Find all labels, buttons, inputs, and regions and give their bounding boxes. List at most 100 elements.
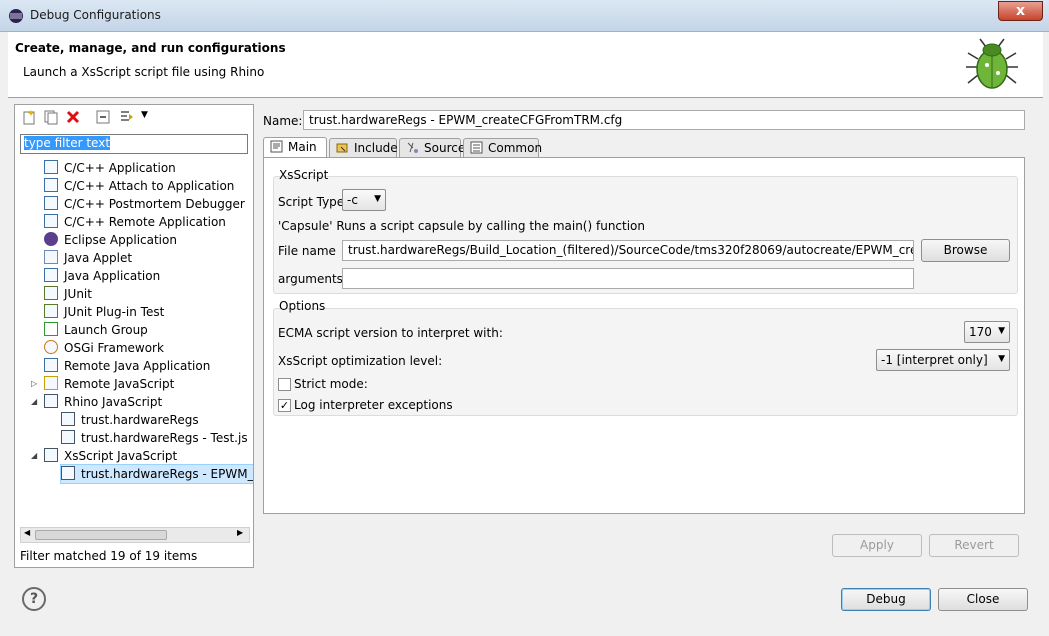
- tree-item-label: trust.hardwareRegs: [81, 413, 199, 427]
- xsscript-group-title: XsScript: [279, 168, 329, 182]
- tree-item-label: trust.hardwareRegs - Test.js: [81, 431, 248, 445]
- configuration-tree: C/C++ Application C/C++ Attach to Applica…: [15, 159, 253, 527]
- filter-input[interactable]: type filter text: [20, 134, 248, 154]
- revert-button[interactable]: Revert: [929, 534, 1019, 557]
- tab-main[interactable]: Main: [263, 137, 327, 159]
- collapse-all-icon[interactable]: [95, 109, 111, 125]
- tree-item[interactable]: Eclipse Application: [44, 231, 177, 249]
- junit-plugin-icon: [44, 304, 58, 318]
- help-icon[interactable]: ?: [22, 587, 46, 611]
- tree-item[interactable]: trust.hardwareRegs - EPWM_createCFGFromT…: [60, 464, 253, 484]
- options-group-title: Options: [279, 299, 326, 313]
- delete-icon[interactable]: [65, 109, 81, 125]
- tree-item[interactable]: trust.hardwareRegs: [61, 411, 199, 429]
- scroll-right-icon[interactable]: ▶: [237, 528, 243, 537]
- tree-item[interactable]: JUnit Plug-in Test: [44, 303, 164, 321]
- tab-common[interactable]: Common: [463, 138, 542, 158]
- scroll-left-icon[interactable]: ◀: [24, 528, 30, 537]
- rhino-icon: [44, 448, 58, 462]
- eclipse-icon: [44, 232, 58, 246]
- tree-item[interactable]: Rhino JavaScript: [44, 393, 162, 411]
- rhino-icon: [61, 430, 75, 444]
- tree-item-label: Java Applet: [64, 251, 133, 265]
- expanded-arrow-icon[interactable]: ◢: [31, 393, 41, 411]
- checkmark-icon: ✓: [279, 399, 290, 412]
- c-app-icon: [44, 214, 58, 228]
- tree-item[interactable]: C/C++ Application: [44, 159, 176, 177]
- apply-button[interactable]: Apply: [832, 534, 922, 557]
- java-app-icon: [44, 268, 58, 282]
- rhino-icon: [61, 412, 75, 426]
- tree-item-label: trust.hardwareRegs - EPWM_createCFGFromT…: [81, 467, 253, 481]
- main-tab-icon: [270, 140, 283, 153]
- name-input[interactable]: trust.hardwareRegs - EPWM_createCFGFromT…: [303, 110, 1025, 130]
- ecma-version-select[interactable]: 170 ▼: [964, 321, 1010, 343]
- chevron-down-icon: ▼: [998, 326, 1005, 336]
- log-exceptions-label: Log interpreter exceptions: [294, 398, 453, 412]
- strict-mode-checkbox[interactable]: [278, 378, 291, 391]
- horizontal-scrollbar[interactable]: ◀ ▶: [20, 527, 250, 543]
- script-type-label: Script Type: [278, 195, 345, 209]
- close-button[interactable]: Close: [938, 588, 1028, 611]
- main-tab-panel: XsScript Script Type -c ▼ 'Capsule' Runs …: [263, 157, 1025, 514]
- dialog-header: Create, manage, and run configurations L…: [8, 32, 1043, 98]
- browse-button[interactable]: Browse: [921, 239, 1010, 262]
- chevron-down-icon: ▼: [998, 354, 1005, 364]
- arguments-input[interactable]: [342, 268, 914, 289]
- tree-item[interactable]: XsScript JavaScript: [44, 447, 177, 465]
- rhino-icon: [61, 466, 75, 480]
- tree-item[interactable]: Java Application: [44, 267, 160, 285]
- tree-item[interactable]: C/C++ Attach to Application: [44, 177, 234, 195]
- name-label: Name:: [263, 114, 303, 128]
- eclipse-icon: [9, 9, 23, 23]
- filter-status: Filter matched 19 of 19 items: [20, 549, 198, 563]
- tree-item[interactable]: Remote Java Application: [44, 357, 210, 375]
- junit-icon: [44, 286, 58, 300]
- remote-js-icon: [44, 376, 58, 390]
- tab-source[interactable]: Source: [399, 138, 465, 158]
- tree-item[interactable]: C/C++ Remote Application: [44, 213, 226, 231]
- tree-item[interactable]: Remote JavaScript: [44, 375, 174, 393]
- header-title: Create, manage, and run configurations: [15, 41, 286, 55]
- tree-item-label: C/C++ Attach to Application: [64, 179, 235, 193]
- tree-item-label: C/C++ Postmortem Debugger: [64, 197, 245, 211]
- filter-dropdown-icon[interactable]: ▼: [141, 110, 148, 120]
- new-configuration-icon[interactable]: [21, 109, 37, 125]
- common-tab-icon: [470, 141, 483, 154]
- title-bar: Debug Configurations x: [0, 0, 1049, 32]
- filter-icon[interactable]: [119, 109, 135, 125]
- tree-item[interactable]: Launch Group: [44, 321, 148, 339]
- tree-item[interactable]: trust.hardwareRegs - Test.js: [61, 429, 248, 447]
- script-type-select[interactable]: -c ▼: [342, 189, 386, 211]
- tab-include[interactable]: Include: [329, 138, 398, 158]
- debug-bug-icon: [966, 38, 1018, 89]
- debug-button[interactable]: Debug: [841, 588, 931, 611]
- tree-item-label: XsScript JavaScript: [64, 449, 178, 463]
- scrollbar-thumb[interactable]: [35, 530, 167, 540]
- rhino-icon: [44, 394, 58, 408]
- c-app-icon: [44, 160, 58, 174]
- tree-item-label: Eclipse Application: [64, 233, 177, 247]
- tree-item[interactable]: C/C++ Postmortem Debugger: [44, 195, 245, 213]
- source-tab-icon: [407, 142, 418, 153]
- file-name-input[interactable]: trust.hardwareRegs/Build_Location_(filte…: [342, 240, 914, 261]
- capsule-description: 'Capsule' Runs a script capsule by calli…: [278, 219, 646, 233]
- duplicate-icon[interactable]: [43, 109, 59, 125]
- window-close-button[interactable]: x: [998, 1, 1043, 21]
- tree-item[interactable]: OSGi Framework: [44, 339, 164, 357]
- osgi-icon: [44, 340, 58, 354]
- tree-item[interactable]: JUnit: [44, 285, 92, 303]
- arguments-label: arguments: [278, 272, 343, 286]
- log-exceptions-checkbox[interactable]: ✓: [278, 399, 291, 412]
- tree-item[interactable]: Java Applet: [44, 249, 132, 267]
- header-subtitle: Launch a XsScript script file using Rhin…: [23, 65, 265, 79]
- tree-item-label: JUnit Plug-in Test: [64, 305, 165, 319]
- tree-item-label: Java Application: [64, 269, 161, 283]
- expanded-arrow-icon[interactable]: ◢: [31, 447, 41, 465]
- optimization-level-select[interactable]: -1 [interpret only] ▼: [876, 349, 1010, 371]
- collapsed-arrow-icon[interactable]: ▷: [31, 375, 41, 393]
- include-tab-icon: [336, 143, 348, 153]
- strict-mode-label: Strict mode:: [294, 377, 368, 391]
- java-applet-icon: [44, 250, 58, 264]
- tree-item-label: Remote Java Application: [64, 359, 211, 373]
